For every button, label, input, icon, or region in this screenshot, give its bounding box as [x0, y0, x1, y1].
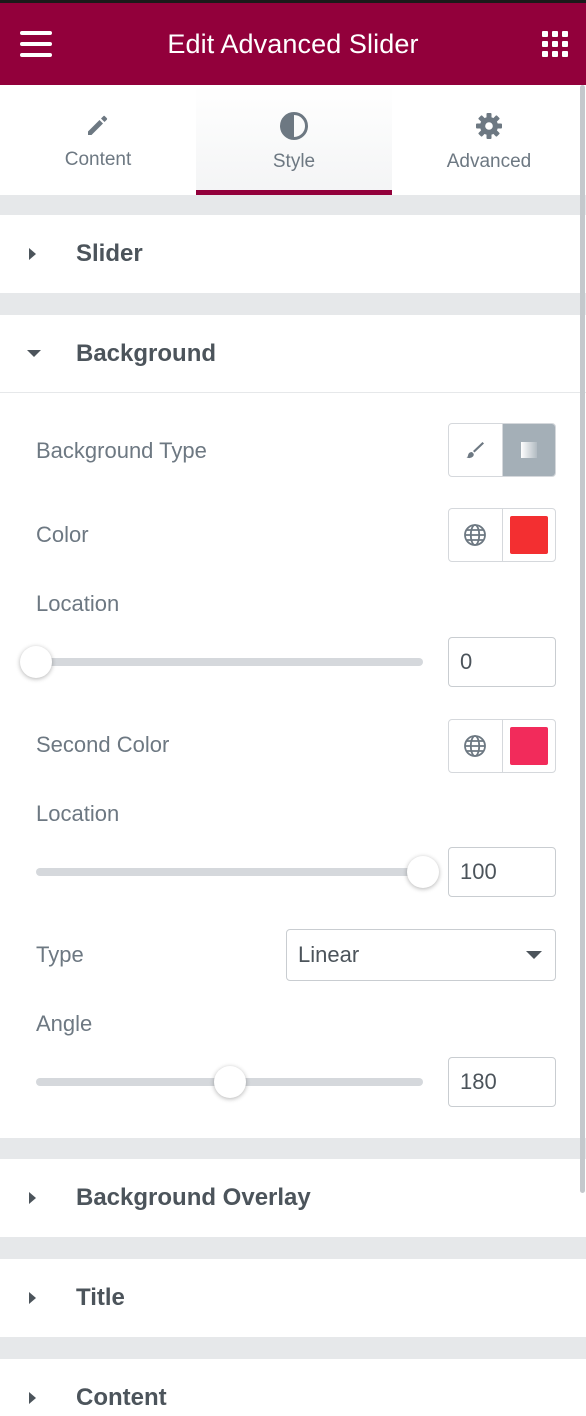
caret-right-icon [28, 1292, 36, 1304]
globe-icon [464, 524, 487, 546]
tab-advanced-label: Advanced [446, 151, 532, 172]
section-title: Title [0, 1259, 586, 1337]
section-content-title: Content [76, 1384, 167, 1411]
pencil-icon [88, 115, 108, 135]
panel-tabs: Content Style Advanced [0, 85, 586, 195]
color-swatch [509, 516, 548, 554]
second-location-input[interactable] [448, 847, 556, 897]
caret-right-icon [28, 1392, 36, 1404]
chevron-down-icon [526, 951, 542, 959]
section-content: Content [0, 1359, 586, 1416]
second-location-slider-handle[interactable] [407, 856, 439, 888]
angle-input[interactable] [448, 1057, 556, 1107]
background-type-gradient-button[interactable] [501, 424, 555, 476]
second-color-swatch [509, 727, 548, 765]
grid-apps-icon[interactable] [542, 31, 568, 57]
second-color-label: Second Color [36, 732, 170, 757]
section-background-overlay-title: Background Overlay [76, 1184, 311, 1211]
section-background-title: Background [76, 339, 217, 367]
half-circle-contrast-icon [280, 112, 308, 140]
background-type-choices [448, 423, 556, 477]
section-background-overlay-header[interactable]: Background Overlay [0, 1159, 586, 1237]
editor-header: Edit Advanced Slider [0, 3, 586, 85]
section-slider-title: Slider [76, 240, 143, 267]
second-global-colors-button[interactable] [449, 720, 502, 772]
second-color-control [448, 719, 556, 773]
tab-content[interactable]: Content [0, 85, 196, 195]
brush-icon [466, 442, 485, 459]
caret-right-icon [28, 248, 36, 260]
second-location-slider[interactable] [36, 856, 439, 888]
caret-down-icon [27, 350, 41, 357]
section-background-header[interactable]: Background [0, 315, 586, 393]
background-type-label: Background Type [36, 438, 207, 463]
section-title-title: Title [76, 1284, 125, 1311]
angle-slider[interactable] [36, 1066, 423, 1098]
tab-style-label: Style [272, 151, 316, 172]
background-type-classic-button[interactable] [449, 424, 502, 476]
section-content-header[interactable]: Content [0, 1359, 586, 1416]
tab-advanced[interactable]: Advanced [392, 85, 586, 195]
angle-label: Angle [36, 1011, 93, 1036]
gradient-icon [520, 442, 537, 458]
gear-icon [476, 113, 502, 139]
location-slider-handle[interactable] [20, 646, 52, 678]
section-slider-header[interactable]: Slider [0, 215, 586, 293]
location-slider[interactable] [20, 646, 423, 678]
section-slider: Slider [0, 215, 586, 293]
panel-title: Edit Advanced Slider [167, 28, 419, 59]
section-background: Background Background Type Color Locatio… [0, 315, 586, 1138]
color-control [448, 508, 556, 562]
color-label: Color [36, 522, 89, 547]
location-input[interactable] [448, 637, 556, 687]
tab-content-label: Content [64, 149, 132, 170]
second-color-picker-button[interactable] [501, 720, 556, 772]
caret-right-icon [28, 1192, 36, 1204]
second-location-label: Location [36, 801, 120, 826]
angle-slider-handle[interactable] [213, 1066, 246, 1098]
gradient-type-select[interactable]: Linear [286, 929, 556, 981]
color-picker-button[interactable] [501, 509, 556, 561]
type-label: Type [36, 942, 84, 967]
global-colors-button[interactable] [449, 509, 502, 561]
section-title-header[interactable]: Title [0, 1259, 586, 1337]
hamburger-menu-icon[interactable] [20, 31, 52, 57]
location-label: Location [36, 591, 120, 616]
panel-scrollbar[interactable] [580, 85, 585, 1193]
section-background-overlay: Background Overlay [0, 1159, 586, 1237]
gradient-type-value: Linear [298, 942, 360, 967]
globe-icon [464, 735, 487, 757]
tab-style[interactable]: Style [196, 85, 392, 195]
